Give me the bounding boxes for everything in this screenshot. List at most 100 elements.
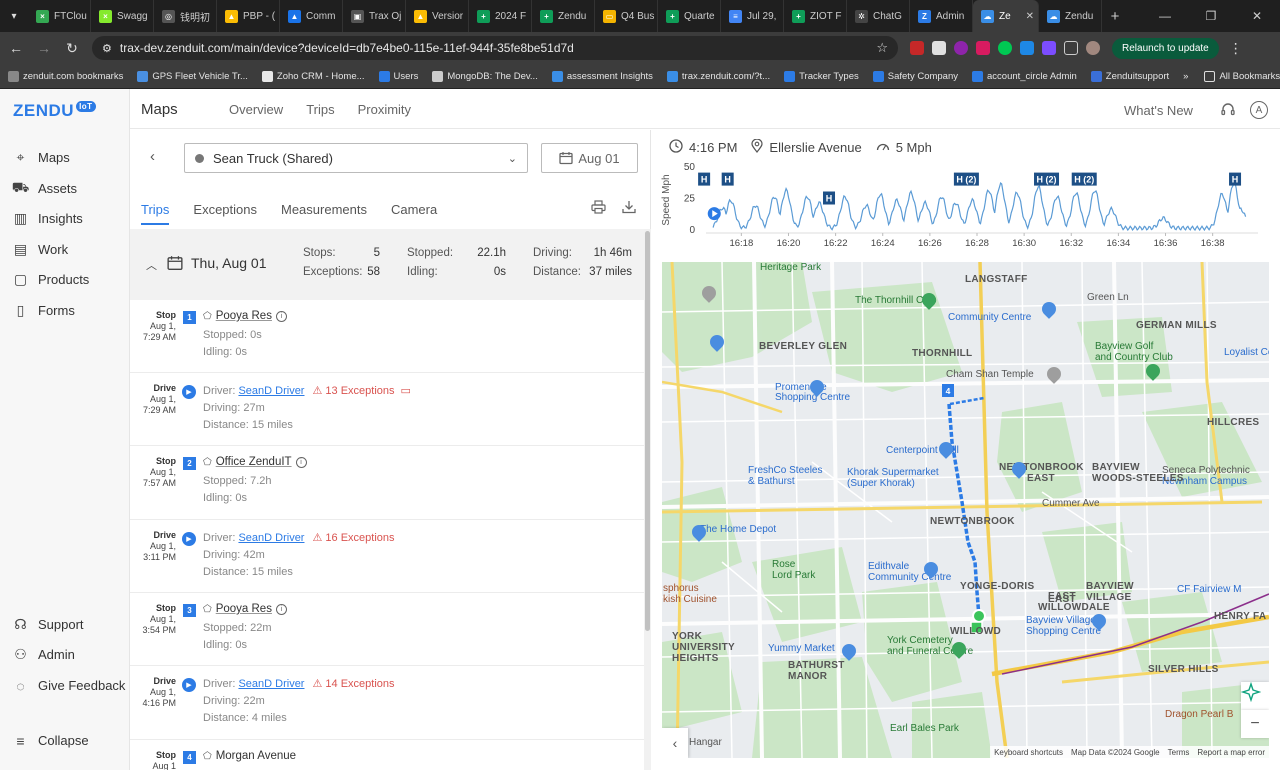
site-info-icon[interactable]: ⚙ [102, 42, 112, 55]
bookmark-item[interactable]: Tracker Types [784, 70, 859, 82]
stop-name[interactable]: Pooya Res [216, 603, 272, 615]
tab-trips[interactable]: Trips [141, 202, 170, 225]
sidebar-item-collapse[interactable]: ≡ Collapse [12, 732, 88, 749]
speed-chart[interactable]: Speed Mph 50 25 0 16:18 16:20 16:22 16:24 16:26 1… [651, 160, 1280, 260]
collapse-map-button[interactable]: ‹ [662, 728, 688, 758]
extension-icon[interactable] [954, 41, 968, 55]
sidebar-item-work[interactable]: ▤ Work [12, 241, 68, 258]
map-attribution-item[interactable]: Report a map error [1197, 748, 1265, 757]
puzzle-icon[interactable] [1064, 41, 1078, 55]
sidebar-item-forms[interactable]: ▯ Forms [12, 302, 75, 319]
tab-search-icon[interactable]: ▾ [0, 0, 28, 32]
sidebar-item-products[interactable]: ▢ Products [12, 271, 89, 288]
play-trip-icon[interactable]: ▶ [182, 385, 196, 399]
browser-tab[interactable]: + ZIOT F [784, 0, 847, 32]
browser-tab[interactable]: × Swagg [91, 0, 154, 32]
device-select[interactable]: Sean Truck (Shared) ⌄ [184, 143, 528, 173]
browser-tab[interactable]: ▣ Trax Oj [343, 0, 406, 32]
map-attribution-item[interactable]: Terms [1168, 748, 1190, 757]
chevron-up-icon[interactable]: ︿ [146, 257, 157, 273]
map-canvas[interactable]: 4 Heritage Park LANGSTAFF The Thornhill Cl… [662, 262, 1269, 758]
sidebar-item-support[interactable]: ☊ Support [12, 616, 83, 633]
extension-icon[interactable] [1042, 41, 1056, 55]
info-icon[interactable]: i [275, 310, 287, 322]
bookmark-item[interactable]: MongoDB: The Dev... [432, 70, 538, 82]
close-window-icon[interactable]: ✕ [1234, 9, 1280, 23]
stop-row[interactable]: Stop Aug 1, 7:57 AM 2 ⬠ Office ZenduIT i Stoppe… [130, 446, 644, 520]
all-bookmarks-button[interactable]: All Bookmarks [1204, 70, 1280, 82]
stop-title[interactable]: ⬠ Pooya Res i [203, 310, 287, 322]
stop-title[interactable]: ⬠ Pooya Res i [203, 603, 287, 615]
driver-link[interactable]: SeanD Driver [238, 678, 304, 690]
stop-name[interactable]: Pooya Res [216, 310, 272, 322]
extension-icon[interactable] [910, 41, 924, 55]
url-input[interactable]: ⚙ trax-dev.zenduit.com/main/device?devic… [92, 36, 898, 60]
tab-exceptions[interactable]: Exceptions [193, 202, 257, 225]
more-bookmarks-button[interactable]: » [1183, 71, 1188, 82]
header-tab-proximity[interactable]: Proximity [358, 102, 411, 117]
avatar[interactable]: A [1250, 101, 1268, 119]
browser-tab[interactable]: +2024 F [469, 0, 532, 32]
info-icon[interactable]: i [275, 603, 287, 615]
browser-tab[interactable]: ▲ Comm [280, 0, 343, 32]
stop-row[interactable]: Stop Aug 1, 7:29 AM 1 ⬠ Pooya Res i Stopped: 0s… [130, 300, 644, 373]
relaunch-button[interactable]: Relaunch to update [1112, 37, 1219, 59]
bookmark-item[interactable]: Zoho CRM - Home... [261, 70, 365, 82]
zendu-logo[interactable]: ZENDU IoT [13, 101, 96, 121]
scrollbar-thumb[interactable] [645, 231, 650, 631]
date-picker-button[interactable]: Aug 01 [541, 143, 638, 173]
sidebar-item-give-feedback[interactable]: ◌ Give Feedback [12, 677, 125, 694]
drive-row[interactable]: Drive Aug 1, 4:16 PM ▶ Driver: SeanD Driver ⚠… [130, 666, 644, 740]
map-assistant-icon[interactable] [1241, 682, 1269, 710]
close-tab-icon[interactable]: ✕ [1026, 11, 1034, 22]
header-tab-overview[interactable]: Overview [229, 102, 283, 117]
reload-icon[interactable]: ↻ [60, 40, 84, 57]
new-tab-icon[interactable]: + [1102, 8, 1128, 25]
sidebar-item-insights[interactable]: ▥ Insights [12, 210, 83, 227]
header-tab-trips[interactable]: Trips [306, 102, 334, 117]
browser-tab[interactable]: ▲ Versior [406, 0, 469, 32]
profile-icon[interactable] [1086, 41, 1100, 55]
zoom-out-button[interactable]: − [1241, 710, 1269, 738]
exceptions-link[interactable]: ⚠ 14 Exceptions [312, 678, 394, 690]
browser-tab[interactable]: Z Admin [910, 0, 973, 32]
maximize-icon[interactable]: ❐ [1188, 9, 1234, 23]
driver-link[interactable]: SeanD Driver [238, 385, 304, 397]
video-camera-icon[interactable]: ▭ [401, 385, 411, 397]
browser-tab[interactable]: ◎ 钱明初 [154, 0, 217, 32]
stop-name[interactable]: Office ZenduIT [216, 456, 292, 468]
extension-icon[interactable] [932, 41, 946, 55]
stop-name[interactable]: Morgan Avenue [216, 750, 296, 762]
info-icon[interactable]: i [295, 456, 307, 468]
play-trip-icon[interactable]: ▶ [182, 678, 196, 692]
extension-icon[interactable] [998, 41, 1012, 55]
browser-tab[interactable]: ▭ Q4 Bus [595, 0, 658, 32]
minimize-icon[interactable]: — [1142, 9, 1188, 23]
browser-tab[interactable]: ☁ Zendu [1039, 0, 1102, 32]
sidebar-item-assets[interactable]: ⛟ Assets [12, 179, 77, 197]
drive-row[interactable]: Drive Aug 1, 3:11 PM ▶ Driver: SeanD Driver ⚠… [130, 520, 644, 593]
whats-new-link[interactable]: What's New [1124, 103, 1193, 118]
print-icon[interactable] [591, 200, 606, 217]
bookmark-item[interactable]: zenduit.com bookmarks [8, 70, 123, 82]
tab-measurements[interactable]: Measurements [281, 202, 367, 225]
exceptions-link[interactable]: ⚠ 16 Exceptions [312, 532, 394, 544]
browser-tab[interactable]: ▲ PBP - ( [217, 0, 280, 32]
bookmark-item[interactable]: trax.zenduit.com/?t... [666, 70, 770, 82]
browser-tab[interactable]: ≡ Jul 29, [721, 0, 784, 32]
bookmark-item[interactable]: Safety Company [872, 70, 958, 82]
browser-menu-icon[interactable]: ⋮ [1229, 40, 1243, 57]
browser-tab[interactable]: + Zendu [532, 0, 595, 32]
bookmark-item[interactable]: Users [378, 70, 418, 82]
drive-row[interactable]: Drive Aug 1, 7:29 AM ▶ Driver: SeanD Driver ⚠… [130, 373, 644, 446]
extension-icon[interactable] [1020, 41, 1034, 55]
bookmark-item[interactable]: account_circle Admin [972, 70, 1077, 82]
headset-icon[interactable] [1219, 101, 1237, 119]
bookmark-item[interactable]: GPS Fleet Vehicle Tr... [137, 70, 248, 82]
sidebar-item-admin[interactable]: ⚇ Admin [12, 646, 75, 663]
sidebar-item-maps[interactable]: ⌖ Maps [12, 149, 70, 166]
browser-tab[interactable]: × FTClou [28, 0, 91, 32]
back-arrow-icon[interactable]: ← [4, 40, 28, 56]
download-icon[interactable] [622, 200, 636, 217]
trip-list-scrollbar[interactable] [644, 229, 651, 770]
